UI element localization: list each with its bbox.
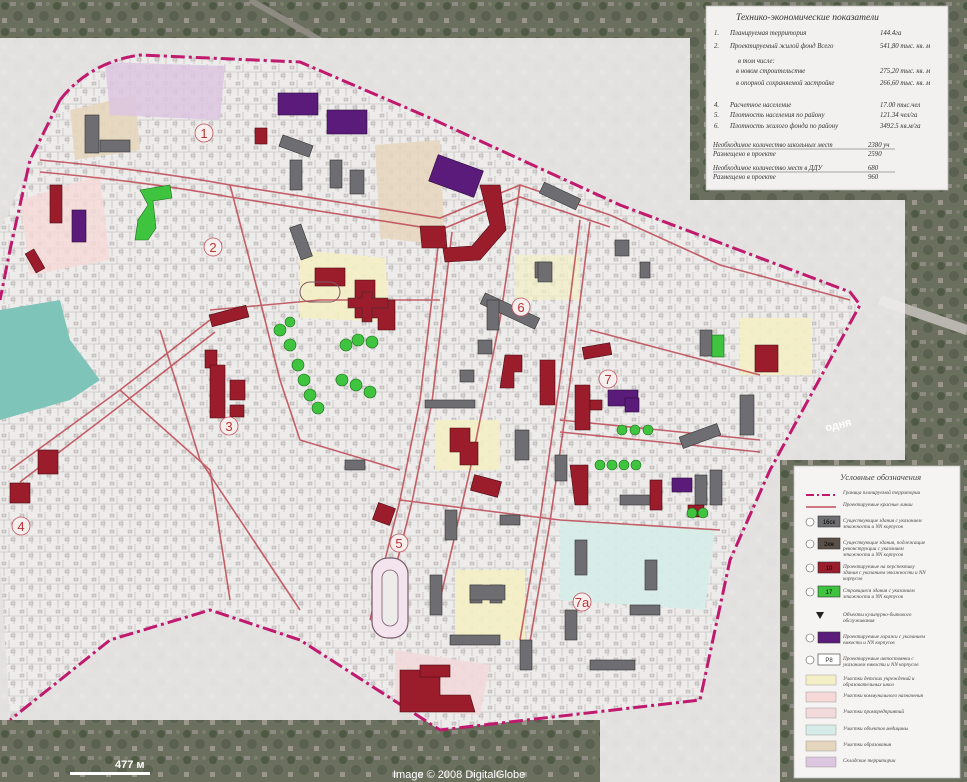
tep-row-label: Необходимое количество мест в ДДУ	[712, 165, 824, 172]
tep-row: в опорной сохраняемой застройке 266,60 ты…	[736, 80, 931, 87]
tep-row-label: Планируемая территория	[729, 30, 806, 37]
tep-row-value: 275,20 тыс. кв. м	[880, 68, 931, 75]
tep-row: Необходимое количество мест в ДДУ 680	[712, 165, 895, 173]
legend-tag: 17	[826, 590, 833, 596]
scale-label: 477 м	[115, 759, 145, 771]
district-label[interactable]: 3	[225, 419, 232, 434]
district-label[interactable]: 4	[17, 519, 24, 534]
legend-swatch	[805, 707, 837, 719]
legend-title: Условные обозначения	[840, 472, 921, 482]
tep-title: Технико-экономические показатели	[736, 13, 879, 23]
legend-marker-icon	[805, 587, 815, 597]
legend-marker-icon	[805, 563, 815, 573]
tep-row-label: Плотность жилого фонда по району	[729, 123, 839, 130]
tep-panel[interactable]: Технико-экономические показатели 1. Плани…	[705, 5, 949, 191]
scale-bar	[70, 772, 150, 775]
zone-storage[interactable]	[105, 62, 225, 120]
tep-row-label: Необходимое количество школьных мест	[712, 142, 833, 149]
legend-tag: Р8	[825, 658, 833, 664]
legend-swatch	[817, 631, 841, 644]
legend-label: Участки объектов медицины	[843, 725, 909, 732]
tep-row-value: 121.34 чел/га	[880, 112, 918, 119]
legend-label: Граница планируемой территории	[842, 489, 921, 496]
tep-row-label: Плотность населения по району	[729, 112, 826, 119]
stadium[interactable]	[371, 557, 409, 639]
tep-row-label: Размещено в проекте	[712, 174, 776, 181]
tep-row-number: 2.	[714, 43, 719, 50]
tep-row: 6. Плотность жилого фонда по району 3492.5…	[714, 123, 921, 130]
tep-row-value: 541,80 тыс. кв. м	[880, 43, 931, 50]
tep-row: 5. Плотность населения по району 121.34 че…	[714, 112, 918, 119]
tep-row-value: 960	[868, 174, 879, 181]
legend-label: Участки коммунального назначения	[843, 693, 924, 699]
legend-swatch	[805, 691, 837, 703]
district-label[interactable]: 7а	[575, 595, 590, 610]
tep-row: 2. Проектируемый жилой фонд Всего 541,80 т…	[714, 43, 931, 50]
tep-row-label: Проектируемый жилой фонд Всего	[729, 43, 834, 50]
legend-tag: 10	[826, 566, 833, 572]
district-label[interactable]: 5	[395, 536, 402, 551]
legend-marker-icon	[805, 655, 815, 665]
legend-label: Проектируемые красные линии	[842, 502, 913, 508]
legend-swatch	[805, 724, 837, 736]
district-label[interactable]: 1	[200, 126, 207, 141]
tep-row-label: в новом строительстве	[736, 68, 805, 75]
tep-row-number: 6.	[714, 123, 719, 130]
legend-label: Участки образования	[843, 741, 892, 748]
zone-school[interactable]	[455, 570, 525, 640]
legend-label: Проектируемые автостоянки с указанием емк…	[842, 656, 919, 668]
legend-marker-icon	[805, 517, 815, 527]
legend-label: Складские территории	[843, 757, 896, 764]
district-label[interactable]: 6	[517, 300, 524, 315]
tep-row-value: 144.4га	[880, 30, 902, 37]
legend-tag: 2кж	[824, 542, 834, 548]
legend-swatch	[805, 674, 837, 686]
legend-marker-icon	[805, 633, 815, 643]
district-label[interactable]: 7	[604, 372, 611, 387]
tep-row: Необходимое количество школьных мест 2380…	[712, 142, 895, 150]
tep-row-value: 680	[868, 165, 879, 172]
tep-row-number: 1.	[714, 30, 719, 37]
copyright-label: Image © 2008 DigitalGlobe	[393, 769, 525, 781]
tep-row-number: 5.	[714, 112, 719, 119]
tep-row-number: 4.	[714, 102, 719, 109]
legend-panel[interactable]: Условные обозначения Граница планируемой…	[793, 465, 961, 779]
legend-swatch	[805, 740, 837, 752]
legend-tag: 16ск	[823, 520, 836, 526]
legend-marker-icon	[805, 539, 815, 549]
tep-row: в том числе:	[738, 58, 775, 65]
tep-row-value: 266,60 тыс. кв. м	[880, 80, 931, 87]
legend-label: Участки промпредприятий	[843, 708, 904, 715]
tep-row-value: 2590	[868, 151, 882, 158]
legend-swatch	[805, 756, 837, 768]
district-label[interactable]: 2	[209, 240, 216, 255]
tep-row-value: 3492.5 кв.м/га	[879, 123, 921, 130]
master-plan-map[interactable]: 1 2 3 4 5 6 7 7а Технико-экономические показате…	[0, 0, 967, 782]
tep-row-value: 2380 уч	[868, 142, 890, 149]
tep-row-label: Размещено в проекте	[712, 151, 776, 158]
tep-row-label: Расчетное население	[729, 102, 791, 109]
tep-row-value: 17.00 тыс.чел	[880, 102, 920, 109]
tep-row-label: в опорной сохраняемой застройке	[736, 80, 834, 87]
tep-row-label: в том числе:	[738, 58, 775, 65]
